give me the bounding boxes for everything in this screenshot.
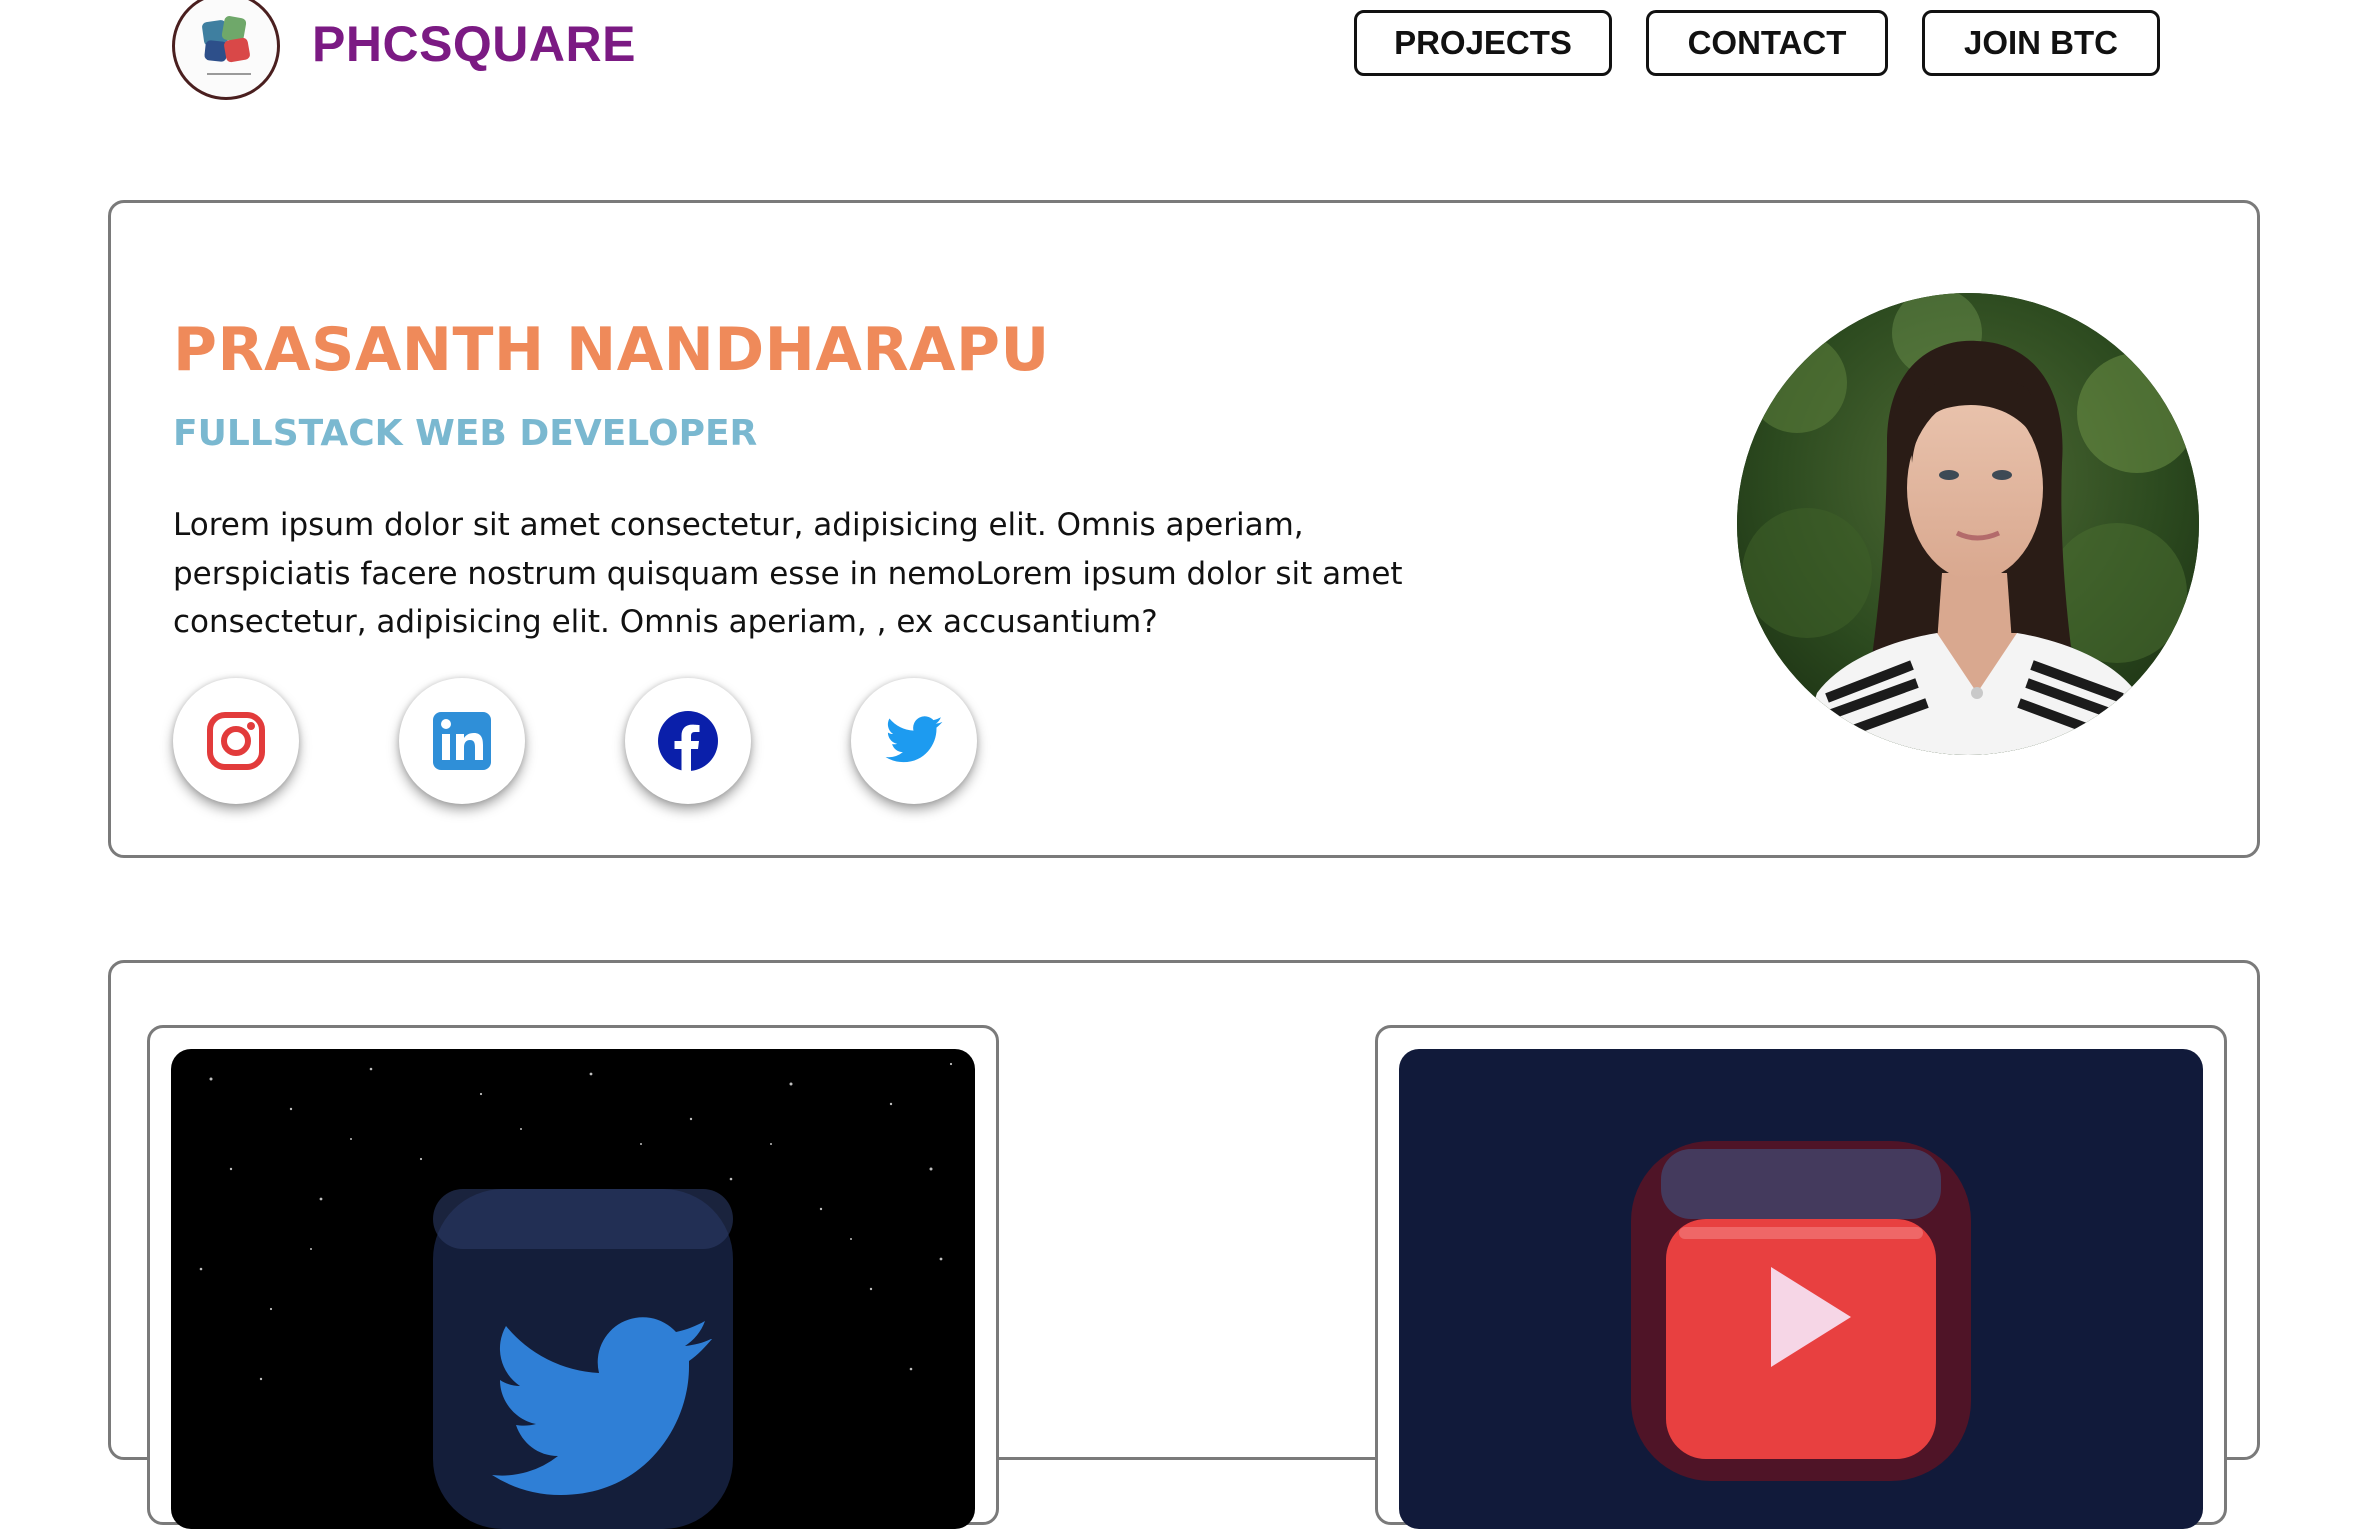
twitter-button[interactable] <box>851 678 977 804</box>
instagram-icon <box>207 712 265 770</box>
nav-join-btc-button[interactable]: JOIN BTC <box>1922 10 2160 76</box>
twitter-icon <box>885 716 943 763</box>
hero-name: PRASANTH NANDHARAPU <box>173 315 1050 385</box>
youtube-app-icon <box>1631 1141 1971 1481</box>
logo[interactable] <box>172 0 280 100</box>
project-thumbnail-twitter[interactable] <box>171 1049 975 1529</box>
project-card-youtube[interactable] <box>1375 1025 2227 1529</box>
nav-projects-button[interactable]: PROJECTS <box>1354 10 1612 76</box>
brand-name[interactable]: PHCSQUARE <box>312 12 636 76</box>
project-thumbnail-youtube[interactable] <box>1399 1049 2203 1529</box>
linkedin-icon <box>433 712 491 770</box>
hero-description: Lorem ipsum dolor sit amet consectetur, … <box>173 507 1403 640</box>
project-card-twitter[interactable] <box>147 1025 999 1529</box>
square-logo-icon <box>202 16 251 75</box>
linkedin-button[interactable] <box>399 678 525 804</box>
profile-photo-illustration <box>1737 293 2199 755</box>
facebook-button[interactable] <box>625 678 751 804</box>
profile-photo <box>1737 293 2199 755</box>
site-header: PHCSQUARE PROJECTS CONTACT JOIN BTC <box>0 0 2364 110</box>
nav-contact-button[interactable]: CONTACT <box>1646 10 1888 76</box>
twitter-app-icon <box>199 1062 953 1529</box>
facebook-icon <box>658 711 718 771</box>
hero-card: PRASANTH NANDHARAPU FULLSTACK WEB DEVELO… <box>108 200 2260 858</box>
hero-role: FULLSTACK WEB DEVELOPER <box>173 413 758 454</box>
instagram-button[interactable] <box>173 678 299 804</box>
projects-section <box>108 960 2260 1529</box>
